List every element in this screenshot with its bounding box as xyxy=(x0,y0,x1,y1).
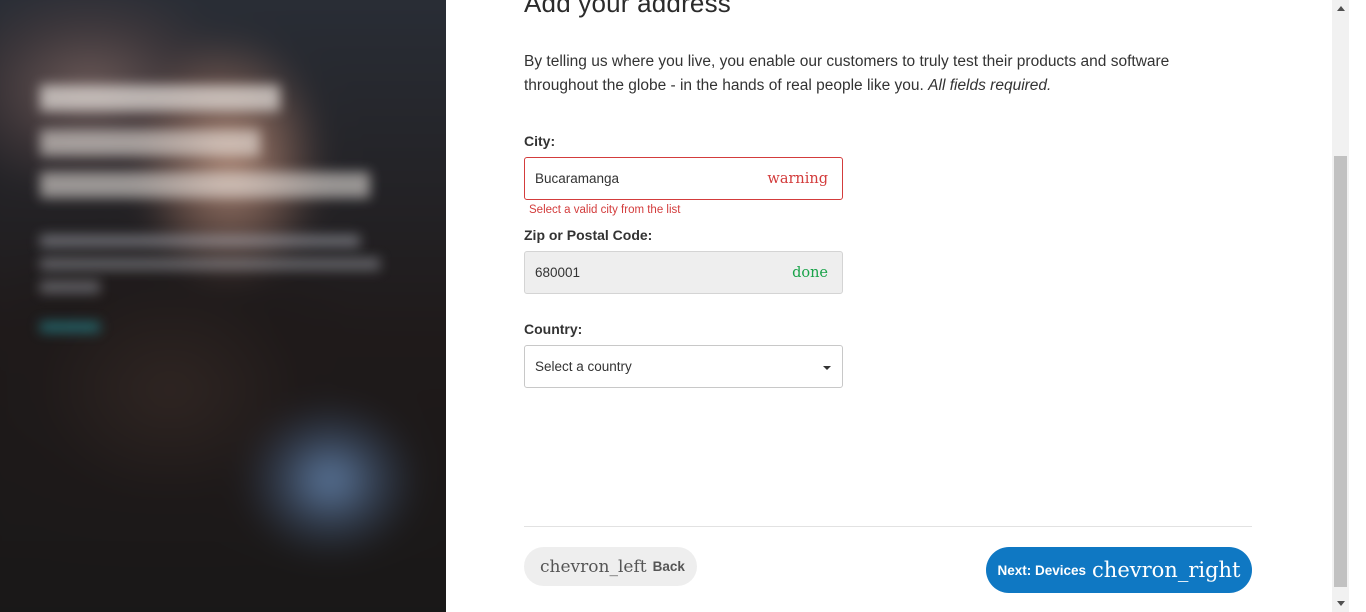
city-error-message: Select a valid city from the list xyxy=(529,204,681,216)
intro-text: By telling us where you live, you enable… xyxy=(524,50,1224,98)
scroll-up-arrow-icon[interactable] xyxy=(1332,0,1349,17)
footer-divider xyxy=(524,526,1252,527)
country-select-value: Select a country xyxy=(535,359,632,374)
country-select[interactable]: Select a country xyxy=(524,345,843,388)
hero-blurred-link xyxy=(40,322,100,332)
hero-blurred-text-line xyxy=(40,235,360,247)
back-button-label: Back xyxy=(652,559,685,574)
hero-blurred-text-line xyxy=(40,258,380,270)
back-button[interactable]: chevron_left Back xyxy=(524,547,697,586)
required-note: All fields required. xyxy=(928,77,1052,94)
country-label: Country: xyxy=(524,321,583,337)
scrollbar-thumb[interactable] xyxy=(1334,156,1347,587)
hero-blurred-heading-line xyxy=(40,85,280,111)
chevron-right-icon: chevron_right xyxy=(1092,558,1241,582)
caret-down-icon xyxy=(823,366,831,370)
hero-blurred-heading-line xyxy=(40,130,260,156)
intro-body: By telling us where you live, you enable… xyxy=(524,53,1170,94)
zip-label: Zip or Postal Code: xyxy=(524,227,653,243)
scroll-down-arrow-icon[interactable] xyxy=(1332,595,1349,612)
done-icon: done xyxy=(792,264,828,281)
city-field: warning xyxy=(524,157,843,200)
chevron-left-icon: chevron_left xyxy=(540,556,647,577)
hero-blurred-heading-line xyxy=(40,172,370,198)
next-button-label: Next: Devices xyxy=(997,562,1087,578)
hero-panel xyxy=(0,0,446,612)
city-label: City: xyxy=(524,133,556,149)
next-devices-button[interactable]: Next: Devices chevron_right xyxy=(986,547,1252,593)
vertical-scrollbar[interactable] xyxy=(1332,0,1349,612)
page-title: Add your address xyxy=(524,0,731,18)
zip-field: done xyxy=(524,251,843,294)
warning-icon: warning xyxy=(767,170,828,187)
hero-blurred-text-line xyxy=(40,281,100,293)
